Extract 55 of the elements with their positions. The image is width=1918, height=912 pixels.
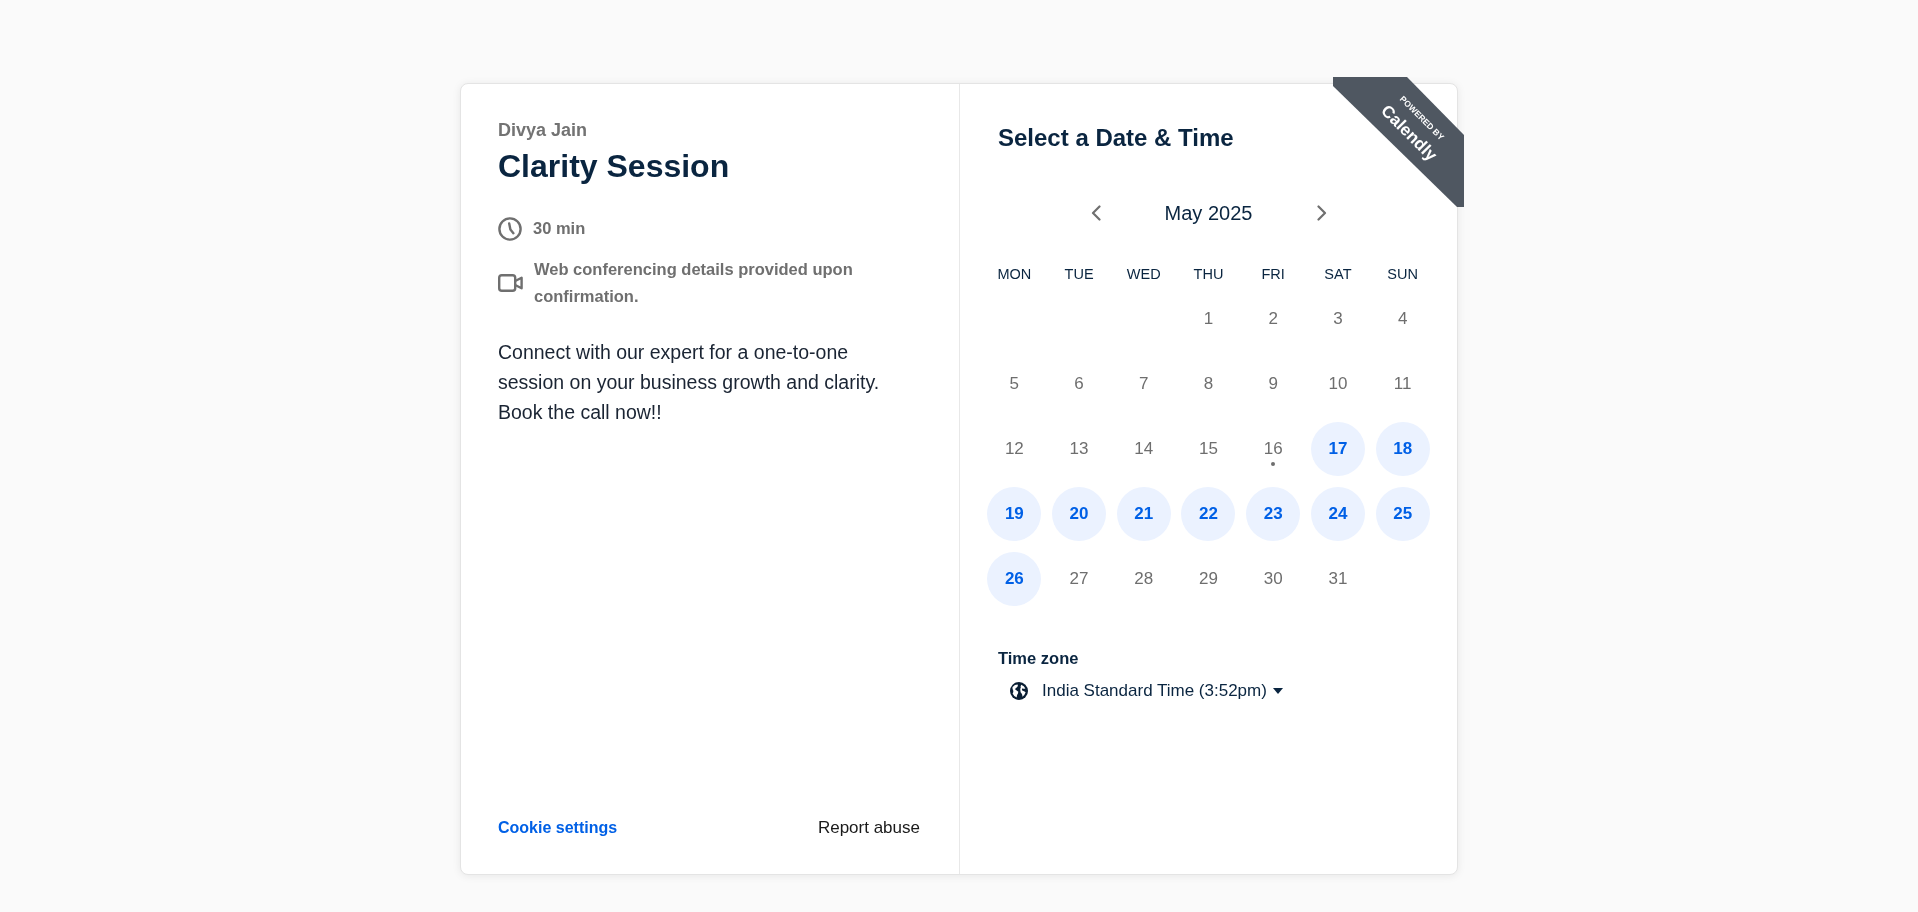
timezone-dropdown[interactable]: India Standard Time (3:52pm) [998,676,1283,706]
month-label: May 2025 [1163,201,1254,225]
organizer-name: Divya Jain [498,119,588,141]
calendar-day: 16 [1263,438,1283,459]
calendar-day: 11 [1393,373,1412,394]
calendar-day: 28 [1134,568,1154,589]
date-button[interactable]: 18 [1375,421,1430,476]
event-description: Connect with our expert for a one-to-one session on your business growth and clarity. Book the call now!! [498,340,881,425]
weekday-label: MON [996,265,1033,284]
calendar-day: 12 [1004,438,1024,459]
weekday-label: WED [1125,265,1162,284]
calendar-day: 6 [1074,373,1084,394]
weekday-label: THU [1192,265,1225,284]
calendar-day: 7 [1139,373,1149,394]
calendar-day: 29 [1199,568,1218,589]
report-abuse-link[interactable]: Report abuse [817,818,920,838]
calendar-day: 3 [1333,308,1343,329]
weekday-label: TUE [1063,265,1095,284]
chevron-right-icon [1316,205,1327,221]
date-button[interactable]: 17 [1310,421,1365,476]
globe-icon [1010,682,1028,700]
timezone-label: Time zone [998,648,1079,668]
calendar-day: 1 [1203,308,1214,329]
duration-text: 30 min [533,218,586,239]
calendar-day: 14 [1134,438,1154,459]
weekday-label: FRI [1260,265,1286,284]
calendar-day: 5 [1009,373,1020,394]
video-camera-icon [498,273,523,293]
weekday-label: SUN [1386,265,1419,284]
calendar-day: 13 [1069,438,1089,459]
date-button[interactable]: 23 [1246,486,1301,541]
date-button[interactable]: 21 [1116,486,1171,541]
caret-down-icon [1272,688,1283,694]
event-title: Clarity Session [498,148,730,184]
calendar-day: 2 [1268,308,1278,329]
weekday-label: SAT [1323,265,1353,284]
calendar-day: 31 [1328,568,1348,589]
conferencing-text: Web conferencing details provided upon confirmation. [534,259,854,307]
calendar-heading: Select a Date & Time [998,124,1234,152]
calendar-day: 15 [1199,438,1218,459]
date-button[interactable]: 22 [1181,486,1236,541]
chevron-left-icon [1090,205,1101,221]
date-button[interactable]: 24 [1310,486,1365,541]
date-button[interactable]: 26 [987,551,1042,606]
date-button[interactable]: 25 [1375,486,1430,541]
calendar-day: 30 [1263,568,1283,589]
calendar-day: 10 [1328,373,1348,394]
date-button[interactable]: 20 [1052,486,1107,541]
calendar-day: 9 [1268,373,1278,394]
calendar-day: 27 [1069,568,1089,589]
date-button[interactable]: 19 [987,486,1042,541]
calendar-day: 4 [1397,308,1408,329]
calendar-day: 8 [1203,373,1214,394]
cookie-settings-link[interactable]: Cookie settings [498,818,618,838]
clock-icon [498,216,522,241]
